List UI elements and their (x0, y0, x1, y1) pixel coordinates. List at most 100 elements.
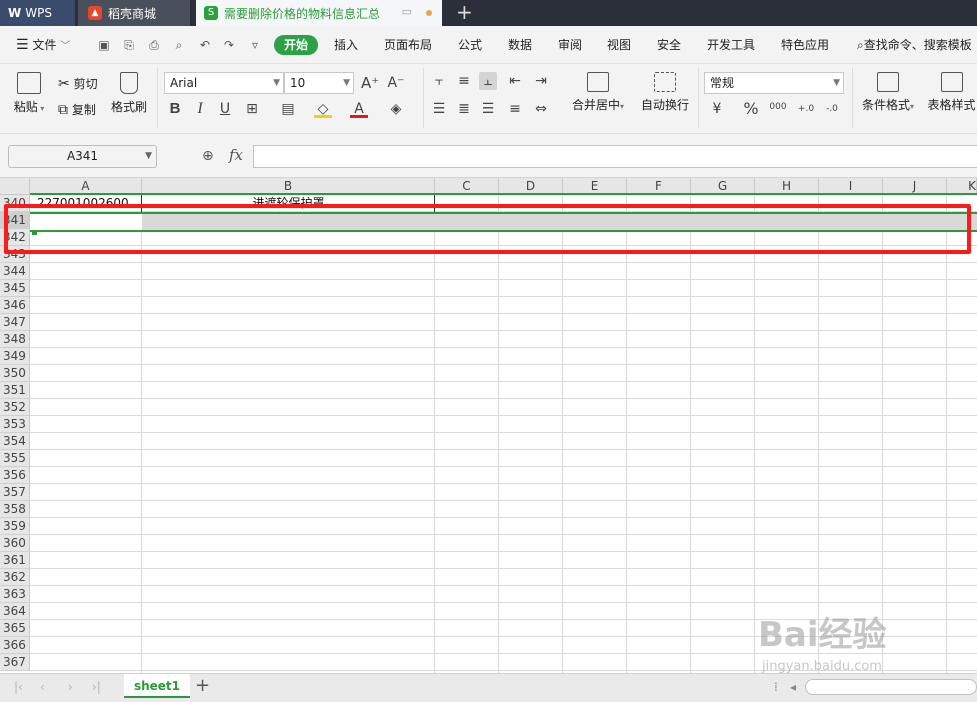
search-commands[interactable]: ⌕查找命令、搜索模板 (857, 26, 977, 64)
conditional-format-button[interactable]: 条件格式▾ (858, 72, 918, 113)
tab-document[interactable]: S 需要删除价格的物料信息汇总 ▭ (196, 0, 442, 26)
bold-button[interactable]: B (166, 100, 184, 118)
font-color-icon[interactable]: A (350, 100, 368, 118)
row-header-354[interactable]: 354 (0, 433, 30, 450)
fill-color-icon[interactable]: ◇ (314, 100, 332, 118)
print-icon[interactable]: ⎙ (147, 38, 161, 52)
scroll-split-icon[interactable]: ⁞ (774, 680, 778, 694)
row-header-346[interactable]: 346 (0, 297, 30, 314)
decrease-font-icon[interactable]: A⁻ (387, 74, 405, 92)
clear-format-icon[interactable]: ◈ (387, 100, 405, 118)
tab-special-apps[interactable]: 特色应用 (781, 26, 829, 64)
table-style-button[interactable]: 表格样式 (926, 72, 977, 113)
row-header-366[interactable]: 366 (0, 637, 30, 654)
align-bottom-icon[interactable]: ⫠ (479, 72, 497, 90)
tab-review[interactable]: 审阅 (558, 26, 582, 64)
row-header-362[interactable]: 362 (0, 569, 30, 586)
font-size-select[interactable]: 10 ▼ (284, 72, 354, 94)
save-icon[interactable]: ▣ (97, 38, 111, 52)
align-center-icon[interactable]: ≣ (455, 100, 473, 118)
row-header-363[interactable]: 363 (0, 586, 30, 603)
wrap-text-button[interactable]: 自动换行 (638, 72, 692, 113)
tab-page-layout[interactable]: 页面布局 (384, 26, 432, 64)
tab-docer-store[interactable]: ▲ 稻壳商城 (78, 0, 190, 26)
align-left-icon[interactable]: ☰ (430, 100, 448, 118)
increase-font-icon[interactable]: A⁺ (361, 74, 379, 92)
row-header-365[interactable]: 365 (0, 620, 30, 637)
row-header-345[interactable]: 345 (0, 280, 30, 297)
fill-pattern-icon[interactable]: ▤ (279, 100, 297, 118)
indent-increase-icon[interactable]: ⇥ (532, 72, 550, 90)
row-header-348[interactable]: 348 (0, 331, 30, 348)
merge-center-button[interactable]: 合并居中▾ (566, 72, 630, 113)
underline-button[interactable]: U (216, 100, 234, 118)
tab-docer-store-label: 稻壳商城 (108, 6, 157, 21)
row-header-361[interactable]: 361 (0, 552, 30, 569)
formula-input[interactable] (253, 145, 977, 168)
row-header-344[interactable]: 344 (0, 263, 30, 280)
align-top-icon[interactable]: ⫟ (430, 72, 448, 90)
sheet-tab-sheet1[interactable]: sheet1 (124, 674, 190, 698)
prev-sheet-icon[interactable]: ‹ (40, 680, 45, 694)
align-right-icon[interactable]: ☰ (479, 100, 497, 118)
increase-decimal-icon[interactable]: +.0 (795, 100, 817, 118)
first-sheet-icon[interactable]: |‹ (14, 680, 23, 694)
italic-button[interactable]: I (191, 100, 209, 118)
print-preview-icon[interactable]: ⌕ (172, 38, 186, 52)
last-sheet-icon[interactable]: ›| (92, 680, 101, 694)
percent-button[interactable]: % (742, 100, 760, 118)
undo-icon[interactable]: ↶ (198, 38, 212, 52)
row-header-367[interactable]: 367 (0, 654, 30, 671)
paste-button[interactable]: 粘贴 ▾ (12, 72, 46, 115)
row-header-360[interactable]: 360 (0, 535, 30, 552)
row-header-355[interactable]: 355 (0, 450, 30, 467)
distribute-icon[interactable]: ⇔ (532, 100, 550, 118)
copy-button[interactable]: ⧉ 复制 (58, 101, 96, 118)
name-box[interactable]: A341 ▼ (8, 145, 157, 168)
tab-developer[interactable]: 开发工具 (707, 26, 755, 64)
row-header-347[interactable]: 347 (0, 314, 30, 331)
currency-icon[interactable]: ¥ (708, 100, 726, 118)
file-menu[interactable]: ☰ 文件 ﹀ (16, 26, 70, 64)
tab-view[interactable]: 视图 (607, 26, 631, 64)
align-middle-icon[interactable]: ≡ (455, 72, 473, 90)
row-header-349[interactable]: 349 (0, 348, 30, 365)
tab-wps[interactable]: W WPS (0, 0, 75, 26)
new-tab-button[interactable]: + (456, 0, 473, 26)
tab-home[interactable]: 开始 (274, 35, 318, 55)
decrease-decimal-icon[interactable]: -.0 (821, 100, 843, 118)
scroll-left-icon[interactable]: ◂ (790, 680, 796, 694)
horizontal-scrollbar[interactable] (805, 679, 977, 695)
tab-insert[interactable]: 插入 (334, 26, 358, 64)
tab-security[interactable]: 安全 (657, 26, 681, 64)
insert-function-button[interactable]: fx (229, 146, 243, 164)
indent-decrease-icon[interactable]: ⇤ (506, 72, 524, 90)
format-painter-button[interactable]: 格式刷 (108, 72, 150, 115)
justify-icon[interactable]: ≡ (506, 100, 524, 118)
select-all-corner[interactable] (0, 178, 30, 195)
hamburger-icon: ☰ (16, 37, 29, 53)
number-format-select[interactable]: 常规 ▼ (704, 72, 844, 94)
export-icon[interactable]: ⎘ (122, 38, 136, 52)
row-header-356[interactable]: 356 (0, 467, 30, 484)
row-header-352[interactable]: 352 (0, 399, 30, 416)
zoom-magnifier-icon[interactable]: ⊕ (202, 148, 214, 164)
redo-icon[interactable]: ↷ (222, 38, 236, 52)
tab-formulas[interactable]: 公式 (458, 26, 482, 64)
add-sheet-button[interactable]: + (195, 675, 210, 696)
row-header-364[interactable]: 364 (0, 603, 30, 620)
row-header-359[interactable]: 359 (0, 518, 30, 535)
row-header-353[interactable]: 353 (0, 416, 30, 433)
cut-button[interactable]: ✂ 剪切 (58, 75, 98, 92)
customize-dropdown-icon[interactable]: ▿ (248, 38, 262, 52)
borders-icon[interactable]: ⊞ (243, 100, 261, 118)
row-header-358[interactable]: 358 (0, 501, 30, 518)
row-header-350[interactable]: 350 (0, 365, 30, 382)
tab-data[interactable]: 数据 (508, 26, 532, 64)
font-name-select[interactable]: Arial ▼ (164, 72, 284, 94)
next-sheet-icon[interactable]: › (68, 680, 73, 694)
monitor-icon[interactable]: ▭ (402, 5, 412, 18)
row-header-351[interactable]: 351 (0, 382, 30, 399)
thousands-separator-button[interactable]: 000 (768, 98, 788, 116)
row-header-357[interactable]: 357 (0, 484, 30, 501)
